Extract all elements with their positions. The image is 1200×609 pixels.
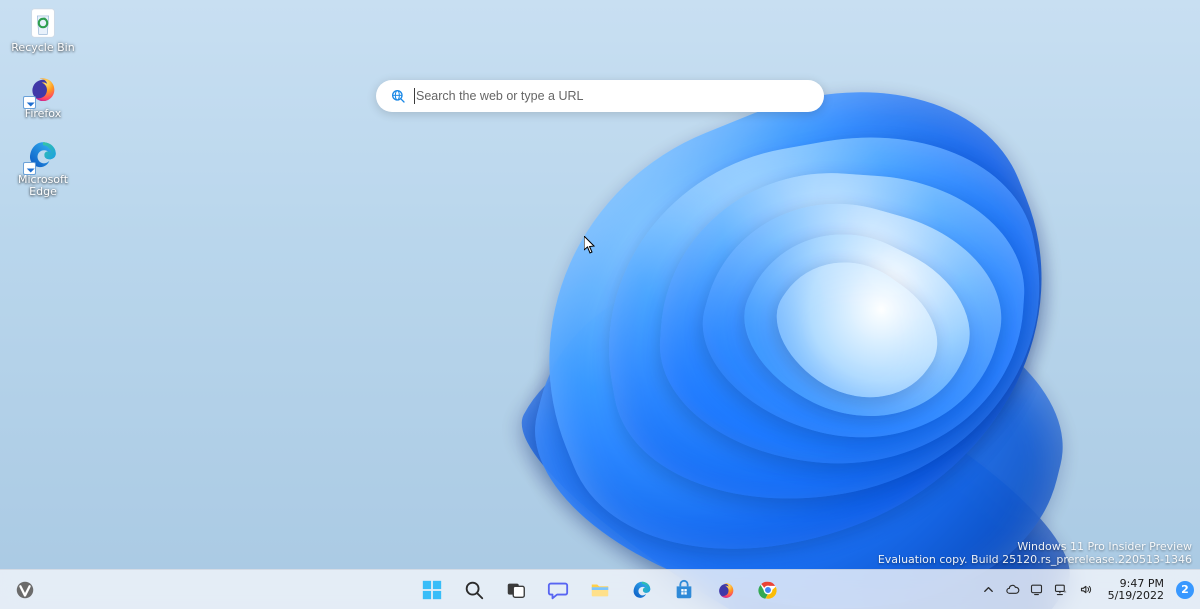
tray-overflow-button[interactable] <box>978 572 1000 608</box>
tablet-mode-icon <box>1029 582 1044 597</box>
taskbar-clock[interactable]: 9:47 PM 5/19/2022 <box>1102 578 1170 601</box>
taskbar-app-vivaldi[interactable] <box>6 572 44 608</box>
tray-network[interactable] <box>1050 572 1072 608</box>
task-view-button[interactable] <box>497 572 535 608</box>
wallpaper-bloom <box>400 60 1180 580</box>
taskbar-file-explorer[interactable] <box>581 572 619 608</box>
search-icon <box>463 579 485 601</box>
edge-icon <box>26 138 60 172</box>
firefox-icon <box>715 579 737 601</box>
taskbar-store[interactable] <box>665 572 703 608</box>
mouse-cursor <box>584 236 596 254</box>
web-search-icon <box>390 88 406 104</box>
volume-icon <box>1079 582 1094 597</box>
tray-volume[interactable] <box>1074 572 1100 608</box>
tray-onedrive[interactable] <box>1002 572 1024 608</box>
task-view-icon <box>505 579 527 601</box>
notifications-button[interactable]: 2 <box>1176 581 1194 599</box>
taskbar-search-button[interactable] <box>455 572 493 608</box>
taskbar-chrome[interactable] <box>749 572 787 608</box>
taskbar-chat-button[interactable] <box>539 572 577 608</box>
build-watermark: Windows 11 Pro Insider Preview Evaluatio… <box>878 540 1192 568</box>
clock-time: 9:47 PM <box>1120 578 1164 590</box>
desktop-icon-recycle-bin[interactable]: Recycle Bin <box>6 4 80 56</box>
desktop-search-input[interactable] <box>416 89 810 103</box>
start-button[interactable] <box>413 572 451 608</box>
firefox-icon <box>26 72 60 106</box>
edge-icon <box>631 579 653 601</box>
tray-mode[interactable] <box>1026 572 1048 608</box>
desktop-icon-edge[interactable]: Microsoft Edge <box>6 136 80 200</box>
chrome-icon <box>757 579 779 601</box>
clock-date: 5/19/2022 <box>1108 590 1164 602</box>
desktop-search-bar[interactable] <box>376 80 824 112</box>
desktop-icon-firefox[interactable]: Firefox <box>6 70 80 122</box>
windows-logo-icon <box>421 579 443 601</box>
store-icon <box>673 579 695 601</box>
cloud-icon <box>1005 582 1020 597</box>
recycle-bin-icon <box>26 6 60 40</box>
chevron-up-icon <box>981 582 996 597</box>
desktop-icon-label: Recycle Bin <box>11 42 74 54</box>
text-caret <box>414 88 415 104</box>
file-explorer-icon <box>589 579 611 601</box>
chat-icon <box>547 579 569 601</box>
desktop-icon-label: Microsoft Edge <box>7 174 79 198</box>
network-icon <box>1053 582 1068 597</box>
desktop-icons: Recycle Bin Firefox <box>6 4 80 200</box>
desktop-icon-label: Firefox <box>25 108 61 120</box>
taskbar: 9:47 PM 5/19/2022 2 <box>0 569 1200 609</box>
taskbar-edge[interactable] <box>623 572 661 608</box>
notifications-count: 2 <box>1181 583 1189 596</box>
vivaldi-icon <box>14 579 36 601</box>
taskbar-firefox[interactable] <box>707 572 745 608</box>
